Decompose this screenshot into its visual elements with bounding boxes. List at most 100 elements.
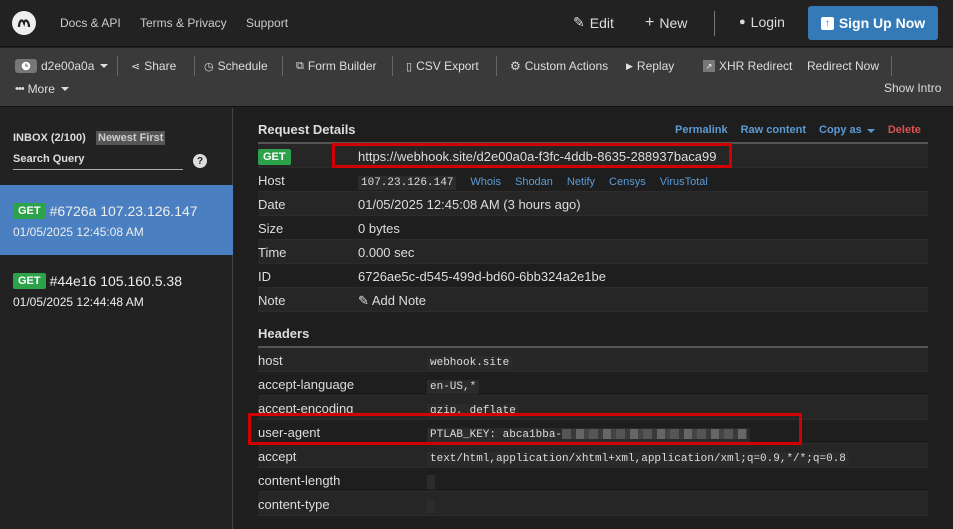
external-link-icon: ↗	[703, 60, 715, 72]
request-summary: GET #6726a 107.23.126.147	[13, 203, 198, 219]
xhr-redirect-label: XHR Redirect	[719, 59, 793, 73]
chevron-down-icon	[60, 87, 69, 91]
request-sidebar: INBOX (2/100) Newest First Search Query …	[0, 108, 233, 529]
request-title: #6726a 107.23.126.147	[49, 203, 198, 219]
schedule-label: Schedule	[217, 59, 268, 73]
replay-button[interactable]: ▶ Replay	[626, 59, 674, 73]
chevron-down-icon	[100, 64, 109, 68]
search-input[interactable]: Search Query	[13, 153, 183, 170]
header-key: host	[258, 353, 283, 368]
censys-link[interactable]: Censys	[609, 176, 646, 188]
edit-button[interactable]: ✎ Edit	[573, 14, 614, 31]
header-row: content-length	[258, 468, 928, 492]
file-icon: ▯	[406, 60, 413, 73]
request-time: 01/05/2025 12:44:48 AM	[13, 295, 144, 309]
request-summary: GET #44e16 105.160.5.38	[13, 273, 182, 289]
time-value: 0.000 sec	[358, 245, 415, 260]
csv-export-button[interactable]: ▯ CSV Export	[406, 59, 479, 73]
header-value: text/html,application/xhtml+xml,applicat…	[427, 452, 849, 466]
show-intro-button[interactable]: Show Intro	[884, 81, 941, 95]
shodan-link[interactable]: Shodan	[515, 176, 553, 188]
header-value: webhook.site	[427, 356, 513, 370]
header-row: accept text/html,application/xhtml+xml,a…	[258, 444, 928, 468]
host-value: 107.23.126.147 Whois Shodan Netify Censys Vir…	[358, 173, 708, 190]
header-row: accept-language en-US,*	[258, 372, 928, 396]
copy-as-label: Copy as	[819, 124, 862, 136]
chevron-down-icon	[866, 129, 875, 133]
host-ip: 107.23.126.147	[358, 176, 457, 190]
share-button[interactable]: ⋖ Share	[131, 59, 176, 73]
highlight-box	[332, 143, 732, 168]
new-button[interactable]: + New	[645, 14, 687, 32]
netify-link[interactable]: Netify	[567, 176, 595, 188]
schedule-button[interactable]: ◷ Schedule	[204, 59, 268, 73]
plus-icon: +	[645, 14, 655, 31]
share-label: Share	[144, 59, 177, 73]
signup-icon: ↑	[820, 16, 834, 30]
form-builder-button[interactable]: ⧉ Form Builder	[296, 59, 377, 73]
pencil-icon: ✎	[358, 293, 369, 308]
host-label: Host	[258, 173, 285, 188]
detail-row-host: Host 107.23.126.147 Whois Shodan Netify Cens…	[258, 168, 928, 192]
toolbar-divider	[392, 56, 393, 76]
toolbar-divider	[282, 56, 283, 76]
xhr-redirect-button[interactable]: ↗ XHR Redirect	[703, 59, 792, 73]
custom-actions-button[interactable]: ⚙ Custom Actions	[510, 59, 608, 73]
more-label: More	[27, 82, 55, 96]
permalink-link[interactable]: Permalink	[675, 124, 728, 136]
webhook-logo-icon[interactable]	[12, 11, 36, 35]
token-dropdown[interactable]: d2e00a0a	[15, 59, 109, 73]
delete-link[interactable]: Delete	[888, 124, 921, 136]
copy-as-dropdown[interactable]: Copy as	[819, 124, 875, 136]
toolbar-divider	[496, 56, 497, 76]
id-label: ID	[258, 269, 271, 284]
id-value: 6726ae5c-d545-499d-bd60-6bb324a2e1be	[358, 269, 606, 284]
dots-icon: •••	[15, 83, 25, 95]
csv-export-label: CSV Export	[416, 59, 479, 73]
request-list-item[interactable]: GET #44e16 105.160.5.38 01/05/2025 12:44…	[0, 255, 233, 325]
user-icon: ●	[739, 16, 746, 28]
raw-content-link[interactable]: Raw content	[741, 124, 806, 136]
add-note-button[interactable]: ✎ Add Note	[358, 293, 426, 309]
size-value: 0 bytes	[358, 221, 400, 236]
clock-icon	[15, 59, 37, 73]
detail-row-note: Note ✎ Add Note	[258, 288, 928, 312]
show-intro-label: Show Intro	[884, 81, 942, 95]
whois-link[interactable]: Whois	[470, 176, 501, 188]
help-icon[interactable]: ?	[193, 154, 207, 168]
virustotal-link[interactable]: VirusTotal	[660, 176, 708, 188]
header-key: content-type	[258, 497, 330, 512]
method-badge: GET	[13, 203, 46, 219]
highlight-box	[248, 413, 802, 445]
login-label: Login	[750, 14, 785, 30]
new-label: New	[659, 15, 688, 31]
custom-actions-label: Custom Actions	[524, 59, 609, 73]
signup-button[interactable]: ↑ Sign Up Now	[808, 6, 938, 40]
login-button[interactable]: ● Login	[739, 14, 785, 30]
header-key: accept-language	[258, 377, 355, 392]
nav-divider	[714, 11, 715, 36]
nav-terms-link[interactable]: Terms & Privacy	[140, 16, 227, 30]
signup-label: Sign Up Now	[838, 15, 926, 31]
header-value: en-US,*	[427, 380, 480, 394]
header-value	[427, 498, 435, 513]
request-title: #44e16 105.160.5.38	[49, 273, 182, 289]
redirect-now-label: Redirect Now	[807, 59, 880, 73]
detail-row-id: ID 6726ae5c-d545-499d-bd60-6bb324a2e1be	[258, 264, 928, 288]
more-dropdown[interactable]: ••• More	[15, 82, 69, 96]
nav-support-link[interactable]: Support	[246, 16, 288, 30]
detail-row-size: Size 0 bytes	[258, 216, 928, 240]
date-value: 01/05/2025 12:45:08 AM (3 hours ago)	[358, 197, 581, 212]
sort-toggle[interactable]: Newest First	[96, 131, 166, 145]
time-label: Time	[258, 245, 287, 260]
add-note-label: Add Note	[371, 293, 427, 308]
nav-docs-link[interactable]: Docs & API	[60, 16, 121, 30]
detail-row-time: Time 0.000 sec	[258, 240, 928, 264]
redirect-now-button[interactable]: Redirect Now	[807, 59, 879, 73]
request-details-title: Request Details	[258, 122, 356, 137]
top-navbar: Docs & API Terms & Privacy Support ✎ Edi…	[0, 0, 953, 47]
request-list-item[interactable]: GET #6726a 107.23.126.147 01/05/2025 12:…	[0, 185, 233, 255]
toolbar-divider	[194, 56, 195, 76]
detail-row-date: Date 01/05/2025 12:45:08 AM (3 hours ago…	[258, 192, 928, 216]
note-label: Note	[258, 293, 286, 308]
